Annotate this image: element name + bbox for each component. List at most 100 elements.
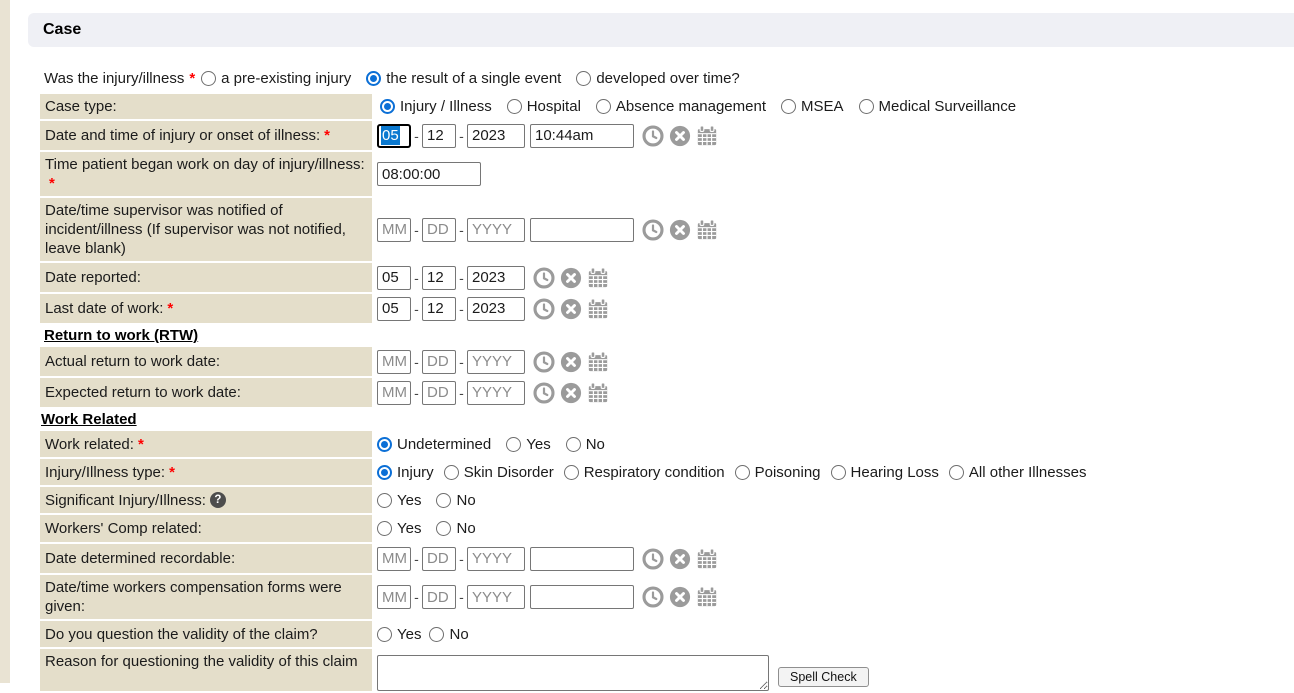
day-input[interactable] bbox=[422, 350, 456, 374]
radio-icon[interactable] bbox=[781, 99, 796, 114]
radio-option-no[interactable]: No bbox=[436, 520, 475, 537]
time-input[interactable] bbox=[530, 547, 634, 571]
radio-icon-checked[interactable] bbox=[380, 99, 395, 114]
radio-option-no[interactable]: No bbox=[429, 626, 468, 643]
clock-icon[interactable] bbox=[533, 298, 555, 320]
calendar-icon[interactable] bbox=[587, 382, 609, 404]
year-input[interactable] bbox=[467, 381, 525, 405]
year-input[interactable] bbox=[467, 266, 525, 290]
radio-option-yes[interactable]: Yes bbox=[506, 436, 550, 453]
radio-option-yes[interactable]: Yes bbox=[377, 520, 421, 537]
radio-option-absence-management[interactable]: Absence management bbox=[596, 98, 766, 115]
year-input[interactable] bbox=[467, 585, 525, 609]
calendar-icon[interactable] bbox=[696, 125, 718, 147]
clock-icon[interactable] bbox=[642, 125, 664, 147]
month-input-focused[interactable]: 05 bbox=[377, 124, 411, 148]
month-input[interactable] bbox=[377, 350, 411, 374]
radio-icon[interactable] bbox=[735, 465, 750, 480]
calendar-icon[interactable] bbox=[696, 548, 718, 570]
radio-icon[interactable] bbox=[859, 99, 874, 114]
spell-check-button[interactable]: Spell Check bbox=[778, 667, 869, 687]
radio-option-pre-existing[interactable]: a pre-existing injury bbox=[201, 70, 351, 87]
clear-circle-icon[interactable] bbox=[560, 351, 582, 373]
radio-icon[interactable] bbox=[949, 465, 964, 480]
clear-circle-icon[interactable] bbox=[560, 382, 582, 404]
radio-option-hospital[interactable]: Hospital bbox=[507, 98, 581, 115]
clock-icon[interactable] bbox=[533, 267, 555, 289]
clear-circle-icon[interactable] bbox=[669, 125, 691, 147]
radio-icon[interactable] bbox=[436, 493, 451, 508]
time-input[interactable] bbox=[530, 585, 634, 609]
radio-option-no[interactable]: No bbox=[566, 436, 605, 453]
year-input[interactable] bbox=[467, 297, 525, 321]
radio-option-undetermined[interactable]: Undetermined bbox=[377, 436, 491, 453]
radio-option-all-other[interactable]: All other Illnesses bbox=[949, 464, 1087, 481]
radio-icon[interactable] bbox=[507, 99, 522, 114]
radio-option-injury-illness[interactable]: Injury / Illness bbox=[380, 98, 492, 115]
month-input[interactable] bbox=[377, 218, 411, 242]
radio-icon-checked[interactable] bbox=[377, 437, 392, 452]
radio-option-msea[interactable]: MSEA bbox=[781, 98, 844, 115]
month-input[interactable] bbox=[377, 297, 411, 321]
radio-icon[interactable] bbox=[564, 465, 579, 480]
radio-icon[interactable] bbox=[377, 521, 392, 536]
calendar-icon[interactable] bbox=[587, 351, 609, 373]
calendar-icon[interactable] bbox=[587, 267, 609, 289]
radio-option-respiratory[interactable]: Respiratory condition bbox=[564, 464, 725, 481]
radio-option-no[interactable]: No bbox=[436, 492, 475, 509]
clear-circle-icon[interactable] bbox=[669, 586, 691, 608]
radio-icon[interactable] bbox=[576, 71, 591, 86]
clear-circle-icon[interactable] bbox=[560, 298, 582, 320]
year-input[interactable] bbox=[467, 350, 525, 374]
radio-icon[interactable] bbox=[506, 437, 521, 452]
calendar-icon[interactable] bbox=[587, 298, 609, 320]
question-circle-icon[interactable]: ? bbox=[210, 492, 226, 508]
clear-circle-icon[interactable] bbox=[560, 267, 582, 289]
month-input[interactable] bbox=[377, 547, 411, 571]
time-input[interactable] bbox=[530, 124, 634, 148]
day-input[interactable] bbox=[422, 381, 456, 405]
year-input[interactable] bbox=[467, 547, 525, 571]
calendar-icon[interactable] bbox=[696, 586, 718, 608]
time-began-input[interactable] bbox=[377, 162, 481, 186]
radio-icon[interactable] bbox=[436, 521, 451, 536]
year-input[interactable] bbox=[467, 124, 525, 148]
radio-option-hearing-loss[interactable]: Hearing Loss bbox=[831, 464, 939, 481]
radio-option-single-event[interactable]: the result of a single event bbox=[366, 70, 561, 87]
radio-option-yes[interactable]: Yes bbox=[377, 492, 421, 509]
day-input[interactable] bbox=[422, 297, 456, 321]
day-input[interactable] bbox=[422, 266, 456, 290]
radio-icon[interactable] bbox=[566, 437, 581, 452]
day-input[interactable] bbox=[422, 585, 456, 609]
month-input[interactable] bbox=[377, 266, 411, 290]
clock-icon[interactable] bbox=[533, 382, 555, 404]
clear-circle-icon[interactable] bbox=[669, 219, 691, 241]
clear-circle-icon[interactable] bbox=[669, 548, 691, 570]
year-input[interactable] bbox=[467, 218, 525, 242]
day-input[interactable] bbox=[422, 218, 456, 242]
radio-option-medical-surveillance[interactable]: Medical Surveillance bbox=[859, 98, 1017, 115]
calendar-icon[interactable] bbox=[696, 219, 718, 241]
month-input[interactable] bbox=[377, 381, 411, 405]
radio-option-injury[interactable]: Injury bbox=[377, 464, 434, 481]
clock-icon[interactable] bbox=[533, 351, 555, 373]
radio-icon[interactable] bbox=[429, 627, 444, 642]
radio-option-skin-disorder[interactable]: Skin Disorder bbox=[444, 464, 554, 481]
clock-icon[interactable] bbox=[642, 586, 664, 608]
radio-icon[interactable] bbox=[596, 99, 611, 114]
radio-icon-checked[interactable] bbox=[377, 465, 392, 480]
validity-reason-textarea[interactable] bbox=[377, 655, 769, 691]
radio-option-yes[interactable]: Yes bbox=[377, 626, 421, 643]
radio-option-developed-over-time[interactable]: developed over time? bbox=[576, 70, 739, 87]
day-input[interactable] bbox=[422, 547, 456, 571]
clock-icon[interactable] bbox=[642, 219, 664, 241]
radio-icon[interactable] bbox=[201, 71, 216, 86]
clock-icon[interactable] bbox=[642, 548, 664, 570]
radio-icon[interactable] bbox=[831, 465, 846, 480]
month-input[interactable] bbox=[377, 585, 411, 609]
time-input[interactable] bbox=[530, 218, 634, 242]
radio-icon[interactable] bbox=[377, 627, 392, 642]
radio-option-poisoning[interactable]: Poisoning bbox=[735, 464, 821, 481]
radio-icon[interactable] bbox=[444, 465, 459, 480]
radio-icon[interactable] bbox=[377, 493, 392, 508]
